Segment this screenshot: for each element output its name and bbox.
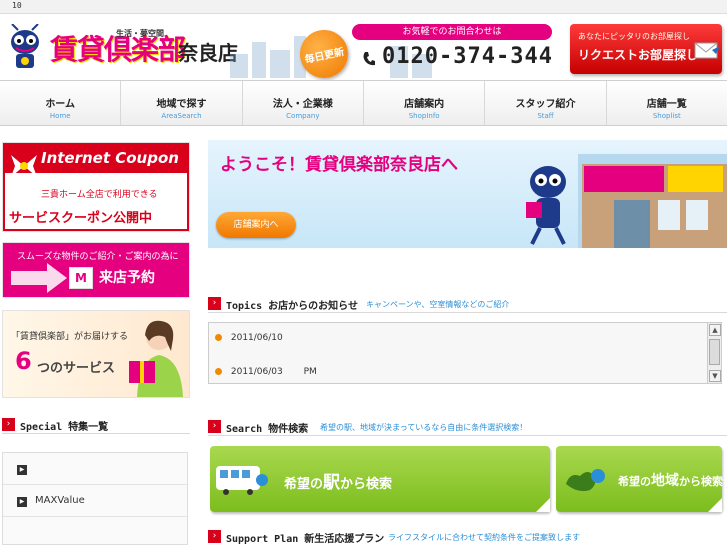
news-item[interactable]: 2011/06/03 PM [215,367,317,377]
station-search-post: から検索 [340,477,393,492]
nav-label: 法人・企業様 [272,99,333,110]
special-section-title: Special 特集一覧 [20,422,109,433]
arrow-right-icon: ▶ [17,497,27,507]
nav-item-company[interactable]: 法人・企業様 Company [241,81,363,125]
welcome-title: ようこそ！賃貸倶楽部奈良店へ [220,155,458,175]
nav-item-home[interactable]: ホーム Home [0,81,120,125]
woman-with-gift-image [129,320,183,397]
page-curl-decoration [536,498,550,512]
map-icon [566,469,605,492]
coupon-body: 三貴ホーム全店で利用できる サービスクーポン公開中 [5,173,187,229]
coupon-line2: サービスクーポン公開中 [9,211,153,226]
arrow-right-icon: › [208,420,221,433]
welcome-banner: ようこそ！賃貸倶楽部奈良店へ 店舗案内へ [208,140,727,248]
special-section-header: › Special 特集一覧 [2,416,190,434]
scroll-thumb[interactable] [709,339,720,365]
six-services-line1: 「賃貸倶楽部」がお届けする [11,332,129,342]
request-banner-sub: あなたにピッタリのお部屋探し [578,32,690,41]
station-search-label: 希望の駅から検索 [284,468,392,493]
coupon-title: Internet Coupon [41,149,179,167]
global-nav: ホーム Home 地域で探す AreaSearch 法人・企業様 Company… [0,80,727,126]
page-counter: 10 [12,1,22,10]
phone-number[interactable]: 0120-374-344 [382,44,553,69]
news-scrollbar[interactable]: ▲ ▼ [707,323,721,383]
arrow-right-icon: › [208,297,221,310]
support-section-subtitle: ライフスタイルに合わせて契約条件をご提案致します [388,533,580,542]
company-logo-icon: M [69,267,93,289]
top-strip: 10 [0,0,727,14]
arrow-right-icon: ▶ [17,465,27,475]
nav-item-shop-info[interactable]: 店舗案内 ShopInfo [362,81,484,125]
six-services-line2: つのサービス [37,361,116,376]
nav-sublabel: ShopInfo [408,112,440,120]
search-by-station-button[interactable]: 希望の駅から検索 [210,446,550,512]
special-list-item[interactable]: ▶ MAXValue [3,485,187,517]
site-header: 賃貸倶楽部 生活・夢空間 奈良店 毎日更新 お気軽でのお問合わせは 0120-3… [0,14,727,83]
request-banner-title: リクエストお部屋探し [578,48,699,62]
special-list-item[interactable]: ▶ [3,453,187,485]
news-text: PM [303,367,317,377]
nav-item-staff[interactable]: スタッフ紹介 Staff [484,81,605,125]
station-search-pre: 希望の [284,477,324,492]
scroll-down-icon[interactable]: ▼ [709,370,721,382]
nav-sublabel: Home [49,112,71,120]
support-section-title: Support Plan 新生活応援プラン [226,534,385,545]
scroll-up-icon[interactable]: ▲ [709,324,721,336]
bullet-icon [215,368,222,375]
request-room-search-banner[interactable]: あなたにピッタリのお部屋探し リクエストお部屋探し [570,24,722,74]
nav-label: 地域で探す [156,99,207,110]
storefront-image [578,154,727,248]
news-list: 2011/06/10 2011/06/03 PM ▲ ▼ [208,322,722,384]
nav-sublabel: Company [286,112,320,120]
nav-sublabel: Shoplist [652,112,681,120]
search-by-area-button[interactable]: 希望の地域から検索 [556,446,723,512]
store-name: 奈良店 [178,41,238,65]
bullet-icon [215,334,222,341]
ant-mascot-icon [11,24,39,68]
area-search-post: から検索 [679,475,723,488]
nav-label: 店舗一覧 [646,99,687,110]
area-search-pre: 希望の [618,475,651,488]
reserve-line2: 来店予約 [99,270,155,286]
special-item-label: MAXValue [35,495,85,506]
nav-label: スタッフ紹介 [515,99,576,110]
train-icon [216,466,268,495]
six-services-number: 6 [15,347,32,375]
special-list: ▶ ▶ MAXValue [2,452,188,545]
contact-label: お気軽でのお問合わせは [352,24,552,40]
nav-item-area-search[interactable]: 地域で探す AreaSearch [120,81,241,125]
ant-mascot-icon [526,166,566,245]
area-search-keyword: 地域 [651,473,679,489]
support-section-header: › Support Plan 新生活応援プラン ライフスタイルに合わせて契約条件… [208,528,727,545]
arrow-right-icon: › [208,530,221,543]
reserve-line1: スムーズな物件のご紹介・ご案内の為に [17,252,179,262]
area-search-label: 希望の地域から検索 [618,470,723,490]
phone-icon [363,52,375,66]
nav-label: 店舗案内 [404,99,445,110]
logo-tagline: 生活・夢空間 [116,29,164,38]
six-services-banner[interactable]: 「賃貸倶楽部」がお届けする 6 つのサービス [2,310,190,398]
nav-label: ホーム [45,99,76,110]
visit-reservation-banner[interactable]: スムーズな物件のご紹介・ご案内の為に M 来店予約 [2,242,190,298]
mail-icon [694,42,720,59]
topics-section-subtitle: キャンペーンや、空室情報などのご紹介 [366,300,510,309]
page-curl-decoration [708,498,722,512]
search-section-subtitle: 希望の駅、地域が決まっているなら自由に条件選択検索！ [320,423,528,432]
nav-sublabel: AreaSearch [161,112,202,120]
news-date: 2011/06/03 [230,367,283,377]
station-search-keyword: 駅 [323,473,341,493]
search-section-title: Search 物件検索 [226,424,309,435]
store-info-button[interactable]: 店舗案内へ [216,212,296,238]
nav-sublabel: Staff [537,112,554,120]
arrow-right-icon [11,263,67,293]
topics-section-title: Topics お店からのお知らせ [226,301,358,312]
coupon-line1: 三貴ホーム全店で利用できる [41,190,158,200]
arrow-right-icon: › [2,418,15,431]
news-date: 2011/06/10 [230,333,283,343]
topics-section-header: › Topics お店からのお知らせ キャンペーンや、空室情報などのご紹介 [208,295,727,313]
internet-coupon-banner[interactable]: Internet Coupon 三貴ホーム全店で利用できる サービスクーポン公開… [2,142,190,232]
nav-item-shoplist[interactable]: 店舗一覧 Shoplist [605,81,727,125]
news-item[interactable]: 2011/06/10 [215,333,301,343]
search-section-header: › Search 物件検索 希望の駅、地域が決まっているなら自由に条件選択検索！ [208,418,727,436]
